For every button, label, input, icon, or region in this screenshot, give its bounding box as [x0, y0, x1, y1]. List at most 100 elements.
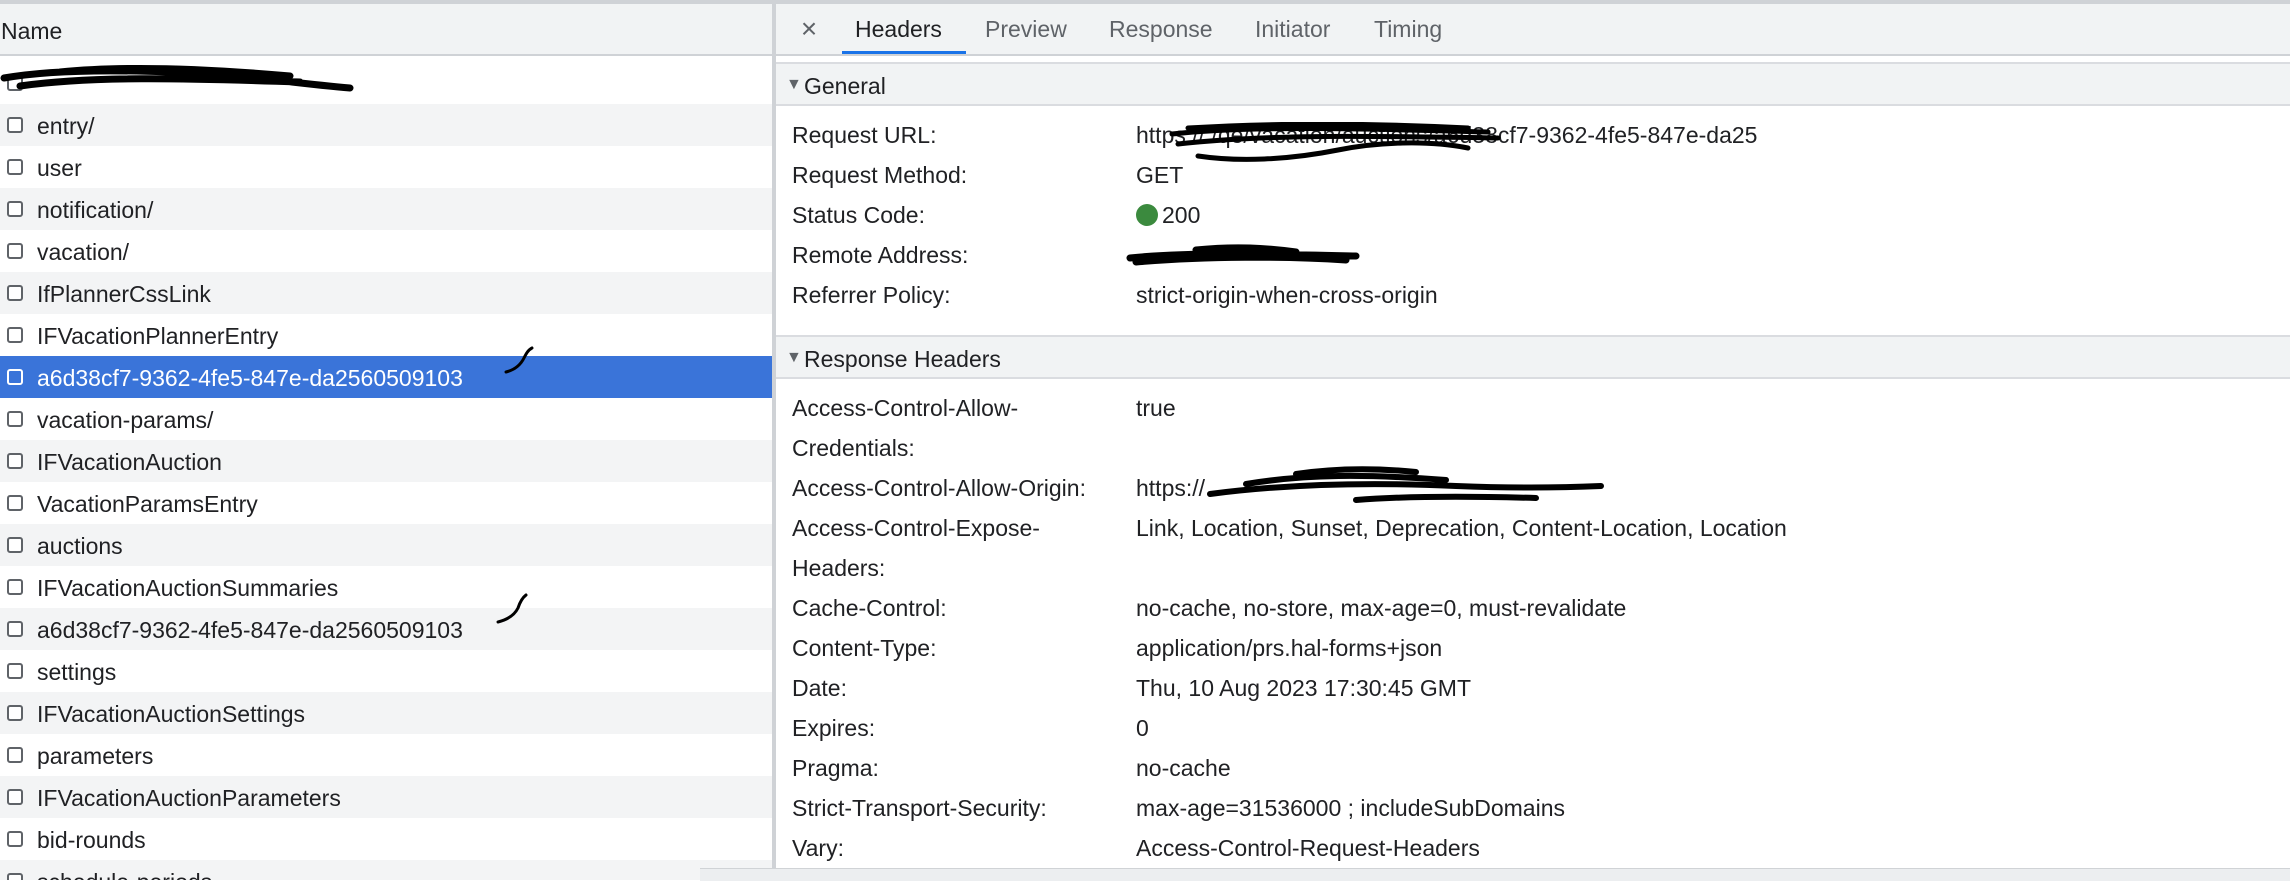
request-row[interactable]: vacation/: [0, 230, 772, 272]
request-name: a6d38cf7-9362-4fe5-847e-da2560509103: [37, 617, 463, 643]
request-row[interactable]: VacationParamsEntry: [0, 482, 772, 524]
header-value: Access-Control-Request-Headers: [1136, 835, 1480, 861]
request-row[interactable]: bid-rounds: [0, 818, 772, 860]
request-name: IFVacationPlannerEntry: [37, 323, 279, 349]
row-checkbox[interactable]: [7, 789, 23, 805]
request-name: IFVacationAuctionParameters: [37, 785, 341, 811]
request-list-pane: Name entry/ user notification/ vacation/…: [0, 4, 772, 880]
row-checkbox[interactable]: [7, 537, 23, 553]
header-key: Access-Control-Allow-: [792, 395, 1019, 421]
row-checkbox[interactable]: [7, 621, 23, 637]
row-checkbox[interactable]: [7, 495, 23, 511]
request-row[interactable]: entry/: [0, 104, 772, 146]
row-checkbox[interactable]: [7, 873, 23, 880]
request-row[interactable]: settings: [0, 650, 772, 692]
header-key: Request Method:: [792, 162, 968, 188]
close-icon[interactable]: ×: [792, 12, 826, 46]
header-row: Request URL: https:// /qe/vacation/aucti…: [776, 115, 2290, 155]
row-checkbox[interactable]: [7, 117, 23, 133]
tab-preview[interactable]: Preview: [985, 16, 1067, 43]
request-row[interactable]: IfPlannerCssLink: [0, 272, 772, 314]
request-row[interactable]: IFVacationAuctionSettings: [0, 692, 772, 734]
request-list: entry/ user notification/ vacation/ IfPl…: [0, 62, 772, 880]
general-section-header[interactable]: ▼ General: [776, 62, 2290, 106]
header-row: Cache-Control: no-cache, no-store, max-a…: [776, 588, 2290, 628]
header-value: max-age=31536000 ; includeSubDomains: [1136, 795, 1565, 821]
request-row[interactable]: IFVacationAuctionParameters: [0, 776, 772, 818]
row-checkbox[interactable]: [7, 75, 23, 91]
header-key: Request URL:: [792, 122, 937, 148]
request-name: IFVacationAuction: [37, 449, 222, 475]
request-row[interactable]: vacation-params/: [0, 398, 772, 440]
status-code: 200: [1162, 202, 1201, 228]
header-value: https://: [1136, 475, 1206, 501]
header-key: Remote Address:: [792, 242, 969, 268]
row-checkbox[interactable]: [7, 663, 23, 679]
header-value: Link, Location, Sunset, Deprecation, Con…: [1136, 515, 1787, 541]
name-column-header[interactable]: Name: [0, 4, 772, 56]
request-name: user: [37, 155, 82, 181]
tab-response[interactable]: Response: [1109, 16, 1213, 43]
header-key: Cache-Control:: [792, 595, 947, 621]
header-key: Status Code:: [792, 202, 925, 228]
header-value: strict-origin-when-cross-origin: [1136, 282, 1438, 308]
tab-headers[interactable]: Headers: [855, 16, 942, 43]
row-checkbox[interactable]: [7, 747, 23, 763]
devtools-network-panel: Name entry/ user notification/ vacation/…: [0, 0, 2290, 881]
header-key: Credentials:: [792, 435, 915, 461]
row-checkbox[interactable]: [7, 411, 23, 427]
name-column-label: Name: [1, 18, 63, 44]
tab-initiator[interactable]: Initiator: [1255, 16, 1330, 43]
request-row[interactable]: parameters: [0, 734, 772, 776]
header-value: Thu, 10 Aug 2023 17:30:45 GMT: [1136, 675, 1472, 701]
request-row[interactable]: auctions: [0, 524, 772, 566]
request-row[interactable]: IFVacationPlannerEntry: [0, 314, 772, 356]
request-name: vacation-params/: [37, 407, 214, 433]
row-checkbox[interactable]: [7, 705, 23, 721]
bottom-drawer-edge: [700, 868, 2290, 881]
request-row[interactable]: user: [0, 146, 772, 188]
header-row: Content-Type: application/prs.hal-forms+…: [776, 628, 2290, 668]
header-row: Pragma: no-cache: [776, 748, 2290, 788]
request-row[interactable]: IFVacationAuctionSummaries: [0, 566, 772, 608]
request-name: entry/: [37, 113, 95, 139]
header-value: no-cache: [1136, 755, 1231, 781]
row-checkbox[interactable]: [7, 369, 23, 385]
request-name: parameters: [37, 743, 154, 769]
request-row[interactable]: a6d38cf7-9362-4fe5-847e-da2560509103: [0, 608, 772, 650]
request-row[interactable]: notification/: [0, 188, 772, 230]
request-name: IFVacationAuctionSettings: [37, 701, 306, 727]
request-name: bid-rounds: [37, 827, 146, 853]
tab-timing[interactable]: Timing: [1374, 16, 1442, 43]
request-row[interactable]: schedule-periods: [0, 860, 772, 880]
request-name: schedule-periods: [37, 869, 212, 880]
row-checkbox[interactable]: [7, 159, 23, 175]
header-key: Expires:: [792, 715, 876, 741]
row-checkbox[interactable]: [7, 327, 23, 343]
header-value: no-cache, no-store, max-age=0, must-reva…: [1136, 595, 1627, 621]
response-headers-section-header[interactable]: ▼ Response Headers: [776, 335, 2290, 379]
header-row: Access-Control-Allow- true: [776, 388, 2290, 428]
row-checkbox[interactable]: [7, 201, 23, 217]
header-key: Headers:: [792, 555, 886, 581]
header-value: GET: [1136, 162, 1184, 188]
header-value: 200: [1136, 195, 1200, 235]
row-checkbox[interactable]: [7, 579, 23, 595]
request-name: a6d38cf7-9362-4fe5-847e-da2560509103: [37, 365, 463, 391]
request-name: IFVacationAuctionSummaries: [37, 575, 339, 601]
request-details-pane: × Headers Preview Response Initiator Tim…: [776, 4, 2290, 880]
header-value: application/prs.hal-forms+json: [1136, 635, 1443, 661]
request-name: vacation/: [37, 239, 130, 265]
request-name: auctions: [37, 533, 123, 559]
request-row[interactable]: IFVacationAuction: [0, 440, 772, 482]
request-row-selected[interactable]: a6d38cf7-9362-4fe5-847e-da2560509103: [0, 356, 772, 398]
header-key: Access-Control-Allow-Origin:: [792, 475, 1086, 501]
row-checkbox[interactable]: [7, 831, 23, 847]
request-row[interactable]: [0, 62, 772, 104]
header-row: Referrer Policy: strict-origin-when-cros…: [776, 275, 2290, 315]
header-row: Status Code: 200: [776, 195, 2290, 235]
row-checkbox[interactable]: [7, 285, 23, 301]
header-value: https:// /qe/vacation/auctions/a6d38cf7-…: [1136, 122, 1758, 148]
row-checkbox[interactable]: [7, 453, 23, 469]
row-checkbox[interactable]: [7, 243, 23, 259]
